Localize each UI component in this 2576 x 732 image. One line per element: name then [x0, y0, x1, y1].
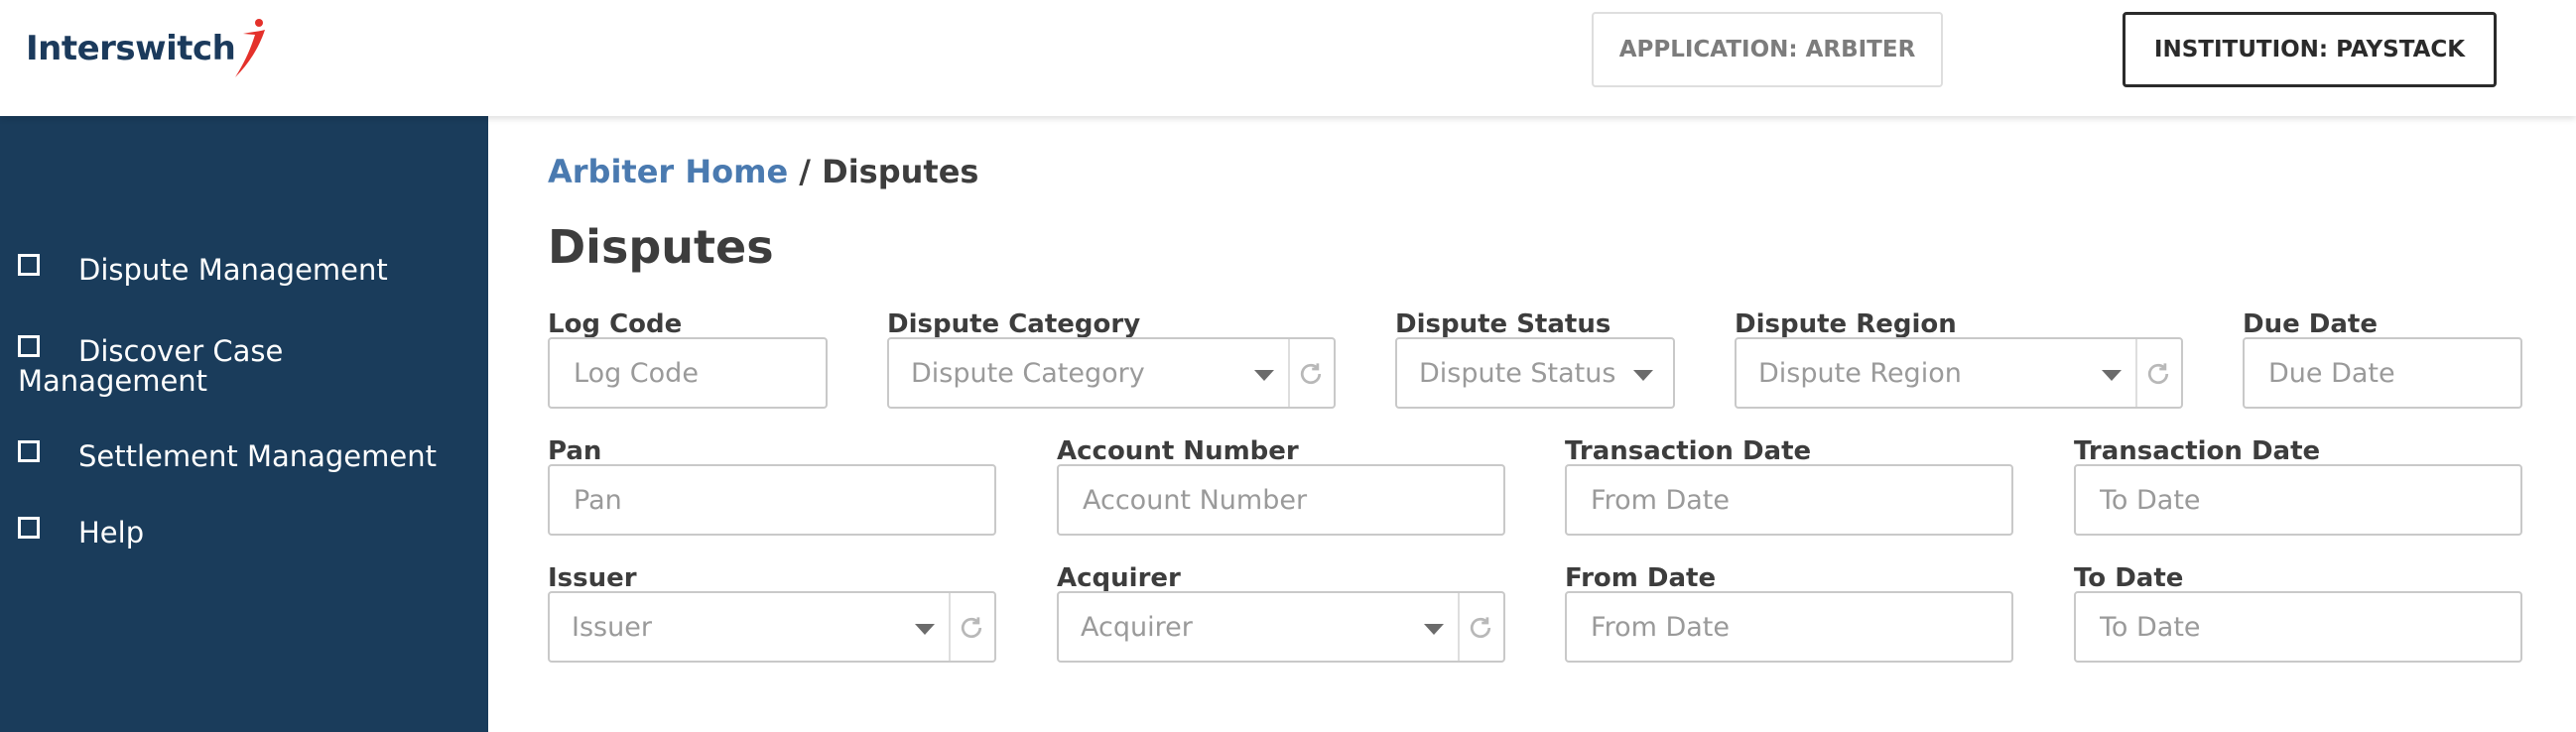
institution-button[interactable]: INSTITUTION: PAYSTACK: [2123, 12, 2497, 87]
chevron-down-icon[interactable]: [1424, 624, 1444, 635]
page-title: Disputes: [548, 220, 774, 274]
divider: [1288, 339, 1290, 407]
acquirer-select[interactable]: Acquirer: [1057, 591, 1505, 663]
from-date-label: From Date: [1565, 563, 1717, 593]
from-date-input[interactable]: [1567, 593, 2011, 661]
dispute-category-placeholder: Dispute Category: [911, 358, 1145, 389]
application-button[interactable]: APPLICATION: ARBITER: [1592, 12, 1943, 87]
issuer-placeholder: Issuer: [572, 612, 652, 643]
acquirer-label: Acquirer: [1057, 563, 1181, 593]
account-number-label: Account Number: [1057, 436, 1299, 466]
divider: [949, 593, 951, 661]
dispute-region-select[interactable]: Dispute Region: [1735, 337, 2183, 409]
chevron-down-icon[interactable]: [915, 624, 935, 635]
logo-swoosh-icon: [235, 19, 266, 77]
transaction-date-to-input[interactable]: [2076, 466, 2520, 534]
to-date-field: [2074, 591, 2522, 663]
checkbox-icon: [18, 517, 40, 539]
sidebar-item-settlement-management[interactable]: Settlement Management: [18, 440, 437, 471]
to-date-label: To Date: [2074, 563, 2184, 593]
transaction-date-from-input[interactable]: [1567, 466, 2011, 534]
pan-label: Pan: [548, 436, 602, 466]
logo-wordmark: Interswitch: [26, 29, 236, 68]
pan-input[interactable]: [550, 466, 994, 534]
issuer-select[interactable]: Issuer: [548, 591, 996, 663]
dispute-region-placeholder: Dispute Region: [1758, 358, 1962, 389]
interswitch-logo[interactable]: Interswitch: [26, 18, 269, 79]
account-number-input[interactable]: [1059, 466, 1503, 534]
refresh-icon[interactable]: [957, 613, 986, 643]
sidebar-item-discover-case-management[interactable]: Discover Case Management: [18, 335, 435, 396]
dispute-category-select[interactable]: Dispute Category: [887, 337, 1336, 409]
refresh-icon[interactable]: [1466, 613, 1495, 643]
from-date-field: [1565, 591, 2013, 663]
refresh-icon[interactable]: [2143, 359, 2173, 389]
pan-field: [548, 464, 996, 536]
transaction-date-to-label: Transaction Date: [2074, 436, 2321, 466]
divider: [2135, 339, 2137, 407]
dispute-status-select[interactable]: Dispute Status: [1395, 337, 1675, 409]
acquirer-placeholder: Acquirer: [1081, 612, 1193, 643]
checkbox-icon: [18, 440, 40, 462]
refresh-icon[interactable]: [1296, 359, 1326, 389]
due-date-label: Due Date: [2243, 309, 2378, 339]
sidebar: Dispute Management Discover Case Managem…: [0, 116, 488, 732]
to-date-input[interactable]: [2076, 593, 2520, 661]
breadcrumb-current: Disputes: [822, 153, 979, 190]
chevron-down-icon[interactable]: [1633, 370, 1653, 381]
log-code-label: Log Code: [548, 309, 683, 339]
due-date-field: [2243, 337, 2522, 409]
top-header: Interswitch APPLICATION: ARBITER INSTITU…: [0, 0, 2576, 116]
dispute-region-label: Dispute Region: [1735, 309, 1957, 339]
breadcrumb-separator: /: [799, 153, 811, 190]
transaction-date-from-field: [1565, 464, 2013, 536]
checkbox-icon: [18, 254, 40, 276]
log-code-input[interactable]: [550, 339, 826, 407]
breadcrumb-home-link[interactable]: Arbiter Home: [548, 153, 788, 190]
transaction-date-from-label: Transaction Date: [1565, 436, 1812, 466]
issuer-label: Issuer: [548, 563, 637, 593]
transaction-date-to-field: [2074, 464, 2522, 536]
dispute-status-placeholder: Dispute Status: [1419, 358, 1616, 389]
sidebar-item-dispute-management[interactable]: Dispute Management: [18, 254, 388, 285]
divider: [1458, 593, 1460, 661]
dispute-status-label: Dispute Status: [1395, 309, 1611, 339]
log-code-field: [548, 337, 828, 409]
sidebar-item-help[interactable]: Help: [18, 517, 144, 548]
dispute-category-label: Dispute Category: [887, 309, 1141, 339]
chevron-down-icon[interactable]: [2102, 370, 2122, 381]
account-number-field: [1057, 464, 1505, 536]
checkbox-icon: [18, 335, 40, 357]
chevron-down-icon[interactable]: [1254, 370, 1274, 381]
breadcrumb: Arbiter Home / Disputes: [548, 153, 978, 190]
due-date-input[interactable]: [2245, 339, 2520, 407]
